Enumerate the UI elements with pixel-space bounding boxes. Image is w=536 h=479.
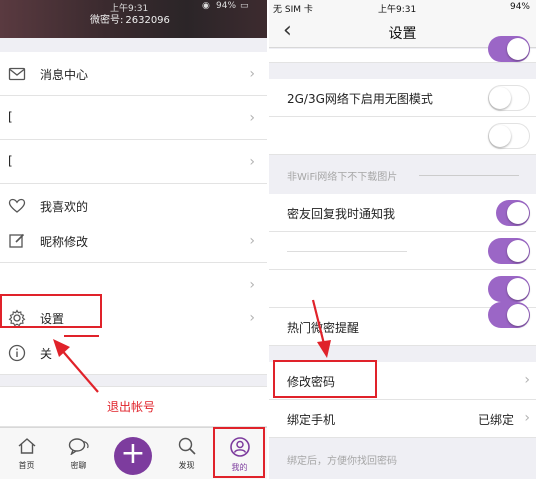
- chevron-right-icon: ›: [524, 372, 530, 388]
- extra-toggle-3[interactable]: [488, 276, 530, 302]
- right-screen-settings: 无 SIM 卡 上午9:31 94% ‹ 设置 2G/3G网络下启用无图模式 非…: [269, 0, 536, 479]
- menu-item-2[interactable]: [ ›: [0, 96, 267, 140]
- status-battery: 94%: [216, 1, 237, 11]
- add-post-button[interactable]: +: [114, 437, 152, 475]
- toggle-knob: [489, 87, 511, 109]
- blur-line: [287, 251, 407, 252]
- toggle-knob: [507, 278, 529, 300]
- menu-item-3[interactable]: [ ›: [0, 140, 267, 184]
- toggle-knob: [507, 240, 529, 262]
- annotation-arrow-icon: [53, 339, 99, 393]
- mail-icon: [8, 67, 26, 81]
- tab-label: 首页: [18, 461, 35, 470]
- menu-message-center[interactable]: 消息中心 ›: [0, 52, 267, 96]
- chevron-right-icon: ›: [249, 310, 255, 326]
- search-icon: [178, 437, 196, 455]
- partial-toggle[interactable]: [488, 36, 530, 62]
- wx-id-value: 2632096: [125, 15, 170, 26]
- info-icon: [8, 344, 26, 362]
- logout-annotation: 退出帐号: [107, 400, 156, 414]
- hot-remind-toggle[interactable]: [488, 302, 530, 328]
- settings-row-partial: [269, 36, 536, 63]
- edit-icon: [9, 233, 25, 248]
- bind-hint: 绑定后，方便你找回密码: [287, 456, 397, 467]
- settings-row-reply-notify: 密友回复我时通知我: [269, 194, 536, 232]
- menu-nickname-edit[interactable]: 昵称修改 ›: [0, 219, 267, 263]
- chevron-right-icon: ›: [524, 410, 530, 426]
- bind-status: 已绑定: [477, 413, 514, 427]
- chevron-right-icon: ›: [249, 110, 255, 126]
- settings-row-blank: [269, 117, 536, 155]
- tab-label: 发现: [178, 461, 195, 470]
- status-time: 上午9:31: [378, 5, 417, 15]
- reply-notify-toggle[interactable]: [496, 200, 530, 226]
- wx-id-label: 微密号:: [90, 15, 124, 26]
- status-bar: 无 SIM 卡 上午9:31 94%: [269, 0, 536, 18]
- chevron-right-icon: ›: [249, 277, 255, 293]
- settings-row-blurred-1: [269, 232, 536, 270]
- status-carrier: 无 SIM 卡: [273, 5, 313, 15]
- settings-row-no-image-mode: 2G/3G网络下启用无图模式: [269, 79, 536, 117]
- menu-label: [: [8, 110, 13, 124]
- wifi-icon: ◉: [202, 1, 210, 11]
- profile-header: 上午9:31 ◉ 94% ▭ 微密号: 2632096: [0, 0, 267, 38]
- menu-label: 我喜欢的: [40, 200, 89, 214]
- wx-id: 微密号: 2632096: [88, 11, 170, 26]
- menu-about[interactable]: 关: [0, 331, 267, 375]
- extra-toggle-1[interactable]: [488, 123, 530, 149]
- tab-discover[interactable]: 发现: [160, 428, 213, 479]
- setting-label: 2G/3G网络下启用无图模式: [287, 92, 433, 106]
- annotation-arrow-icon: [311, 299, 331, 358]
- toggle-knob: [489, 125, 511, 147]
- chat-icon: [68, 438, 89, 456]
- tab-label: 密聊: [70, 461, 87, 470]
- menu-label: 消息中心: [40, 68, 89, 82]
- tab-home[interactable]: 首页: [0, 428, 53, 479]
- settings-highlight-box: [0, 294, 102, 328]
- left-screen-profile: 上午9:31 ◉ 94% ▭ 微密号: 2632096 消息中心 › [ › [ …: [0, 0, 267, 479]
- profile-tab-highlight-box: [213, 427, 265, 478]
- chevron-right-icon: ›: [249, 154, 255, 170]
- chevron-right-icon: ›: [249, 66, 255, 82]
- menu-label: 昵称修改: [40, 235, 89, 249]
- status-battery: 94%: [509, 2, 530, 12]
- non-wifi-hint: 非WiFi网络下不下载图片: [287, 172, 398, 183]
- extra-toggle-2[interactable]: [488, 238, 530, 264]
- tab-chat[interactable]: 密聊: [52, 428, 105, 479]
- menu-label: [: [8, 154, 13, 168]
- chevron-right-icon: ›: [249, 233, 255, 249]
- setting-label: 密友回复我时通知我: [287, 207, 396, 221]
- home-icon: [18, 438, 35, 454]
- toggle-knob: [507, 304, 529, 326]
- blur-line: [419, 175, 519, 176]
- battery-icon: ▭: [240, 1, 249, 11]
- settings-row-bind-phone[interactable]: 绑定手机 已绑定 ›: [269, 400, 536, 438]
- no-image-mode-toggle[interactable]: [488, 85, 530, 111]
- toggle-knob: [507, 202, 529, 224]
- change-password-highlight-box: [273, 360, 377, 398]
- heart-icon: [8, 198, 26, 213]
- setting-label: 绑定手机: [287, 413, 336, 427]
- toggle-knob: [507, 38, 529, 60]
